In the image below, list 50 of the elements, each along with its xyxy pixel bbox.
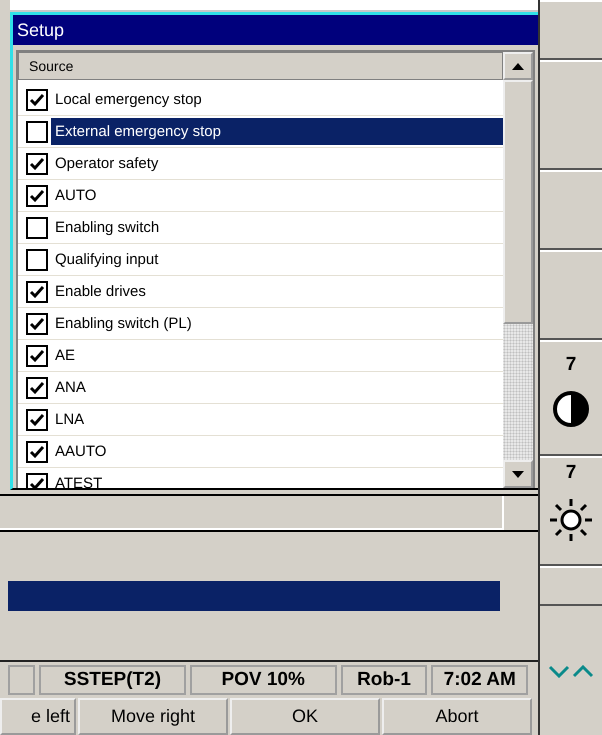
list-item[interactable]: AUTO: [51, 182, 503, 209]
checkbox[interactable]: [26, 216, 48, 238]
checkbox[interactable]: [26, 120, 48, 142]
list-item[interactable]: Local emergency stop: [51, 86, 503, 113]
contrast-value: 7: [566, 354, 576, 376]
column-header[interactable]: Source: [18, 52, 503, 80]
checkbox[interactable]: [26, 440, 48, 462]
list-item[interactable]: ATEST: [51, 470, 503, 488]
checkbox[interactable]: [26, 408, 48, 430]
status-cell: 7:02 AM: [431, 665, 528, 695]
checkbox[interactable]: [26, 344, 48, 366]
window-title: Setup: [13, 15, 538, 45]
list-item[interactable]: Enable drives: [51, 278, 503, 305]
status-cell: Rob-1: [340, 665, 428, 695]
action-button[interactable]: Abort: [382, 698, 532, 735]
side-button[interactable]: [540, 170, 602, 250]
checkbox[interactable]: [26, 376, 48, 398]
list-item[interactable]: AE: [51, 342, 503, 369]
side-button[interactable]: [540, 250, 602, 340]
checkbox[interactable]: [26, 472, 48, 488]
action-button[interactable]: e left: [0, 698, 76, 735]
checkbox[interactable]: [26, 312, 48, 334]
status-cell: POV 10%: [190, 665, 337, 695]
list-item[interactable]: Enabling switch (PL): [51, 310, 503, 337]
list-item[interactable]: Qualifying input: [51, 246, 503, 273]
checkbox[interactable]: [26, 184, 48, 206]
list-item[interactable]: LNA: [51, 406, 503, 433]
list-item[interactable]: AAUTO: [51, 438, 503, 465]
action-button[interactable]: Move right: [78, 698, 228, 735]
scroll-down-icon[interactable]: [512, 470, 524, 478]
brightness-value: 7: [566, 462, 576, 484]
contrast-icon[interactable]: [552, 390, 590, 428]
list-item[interactable]: Operator safety: [51, 150, 503, 177]
checkbox[interactable]: [26, 280, 48, 302]
list-item[interactable]: Enabling switch: [51, 214, 503, 241]
list-item[interactable]: ANA: [51, 374, 503, 401]
side-button[interactable]: [540, 566, 602, 606]
status-cell: SSTEP(T2): [39, 665, 186, 695]
scroll-up-icon[interactable]: [512, 62, 524, 70]
scrollbar[interactable]: [503, 52, 533, 488]
status-cell: [8, 665, 36, 695]
chevrons-icon[interactable]: [548, 664, 594, 678]
checkbox[interactable]: [26, 152, 48, 174]
side-button[interactable]: [540, 0, 602, 60]
list-item[interactable]: External emergency stop: [51, 118, 503, 145]
action-button[interactable]: OK: [230, 698, 380, 735]
input-field[interactable]: [0, 496, 504, 530]
brightness-icon[interactable]: [549, 498, 593, 542]
checkbox[interactable]: [26, 88, 48, 110]
checkbox[interactable]: [26, 248, 48, 270]
